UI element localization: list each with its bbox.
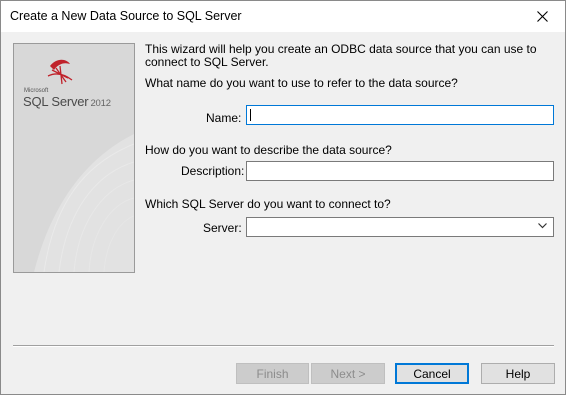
server-combobox[interactable] [246,217,554,237]
close-button[interactable] [519,1,565,32]
logo-product-name: SQL Server [23,94,89,109]
help-button[interactable]: Help [481,363,555,384]
description-input[interactable] [246,161,554,181]
sql-server-banner: Microsoft SQL Server 2012 [13,43,135,273]
title-bar: Create a New Data Source to SQL Server [1,1,565,32]
banner-swoosh [34,134,134,272]
text-caret [250,109,251,121]
cancel-button[interactable]: Cancel [395,363,469,384]
server-label: Server: [203,221,242,235]
separator [13,345,554,347]
name-label: Name: [206,111,242,125]
intro-text: This wizard will help you create an ODBC… [145,42,537,69]
finish-button[interactable]: Finish [236,363,309,384]
description-question: How do you want to describe the data sou… [145,143,392,157]
chevron-down-icon[interactable] [538,223,547,229]
dialog-window: Create a New Data Source to SQL Server M… [0,0,566,395]
sql-server-logo-icon [47,59,73,85]
logo-version: 2012 [90,98,111,109]
next-button[interactable]: Next > [311,363,385,384]
name-question: What name do you want to use to refer to… [145,76,458,90]
close-icon [536,11,548,22]
window-title: Create a New Data Source to SQL Server [10,9,242,23]
server-question: Which SQL Server do you want to connect … [145,197,391,211]
description-label: Description: [181,164,245,178]
name-input[interactable] [246,105,554,125]
logo-product: SQL Server 2012 [23,94,111,109]
